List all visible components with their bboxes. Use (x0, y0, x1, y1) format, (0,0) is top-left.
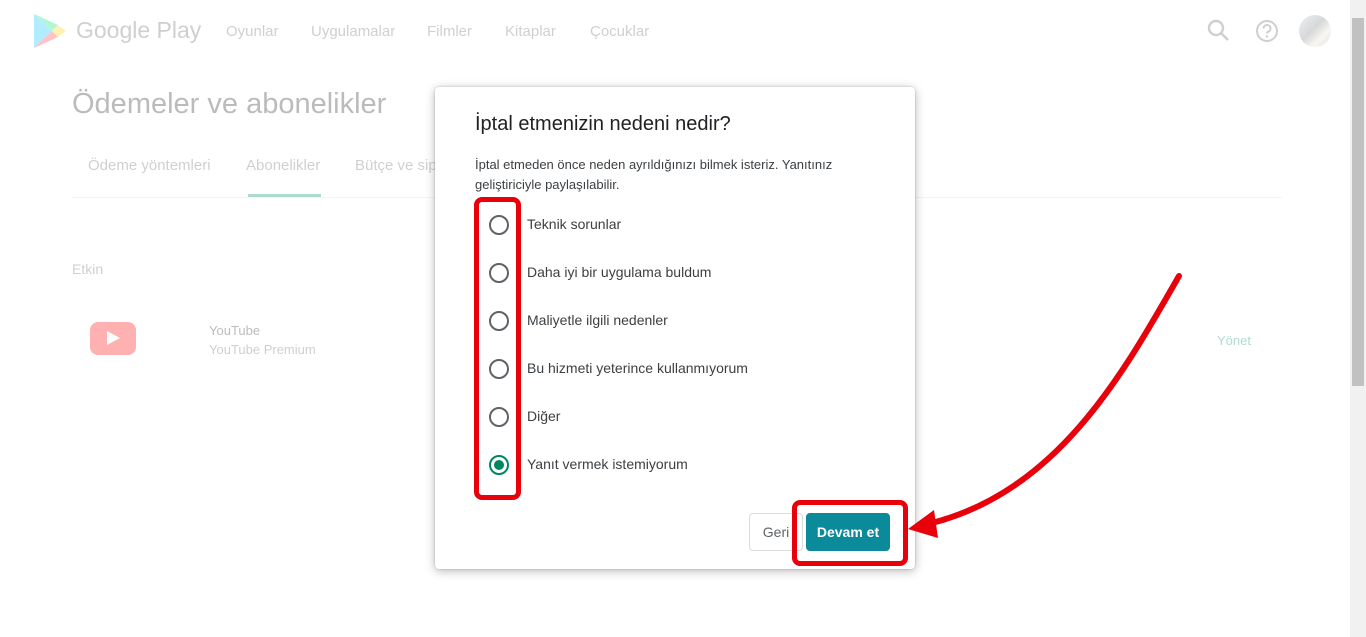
annotation-arrow (908, 273, 1182, 538)
